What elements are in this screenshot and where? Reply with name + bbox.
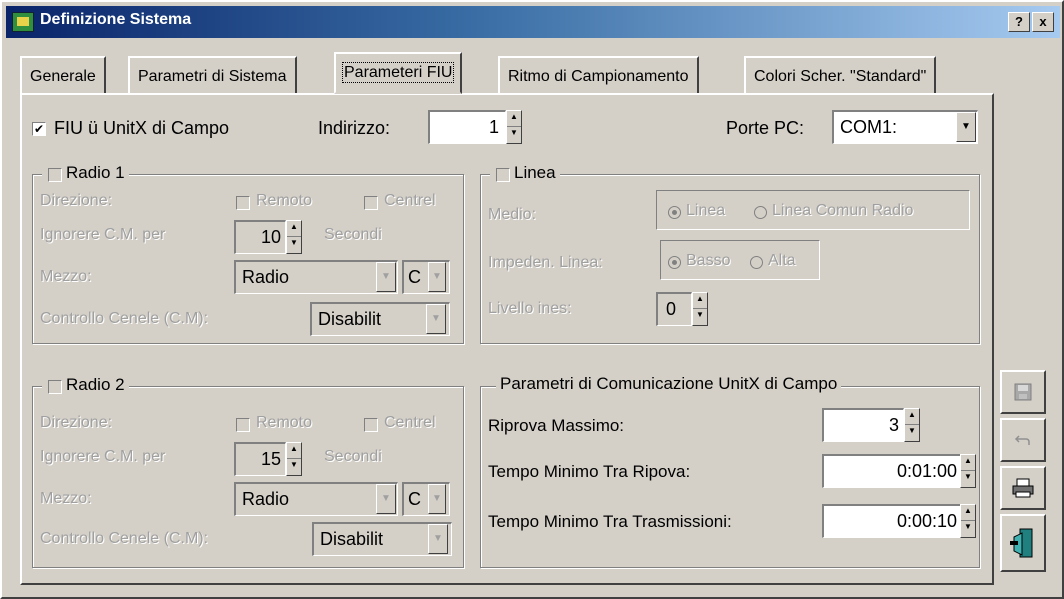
radio2-ignore-label: Ignorere C.M. per: [40, 448, 166, 465]
radio1-medium-dropdown-icon[interactable]: ▼: [376, 262, 396, 292]
radio2-central-label: Centrel: [384, 414, 436, 431]
radio1-central-checkbox[interactable]: [364, 196, 378, 210]
port-dropdown-icon[interactable]: ▼: [956, 112, 976, 142]
radio2-medium-select[interactable]: Radio: [234, 482, 398, 516]
radio2-control-label: Controllo Cenele (C.M):: [40, 530, 209, 547]
linea-opt-alta-label: Alta: [768, 252, 796, 269]
app-icon: [12, 12, 34, 32]
radio1-ignore-input[interactable]: 10: [234, 220, 286, 254]
tab-generale[interactable]: Generale: [20, 56, 106, 93]
radio2-control-dropdown-icon[interactable]: ▼: [428, 524, 448, 554]
address-input[interactable]: 1: [428, 110, 506, 144]
dialog-window: Definizione Sistema ? x Generale Paramet…: [0, 0, 1064, 599]
linea-level-spinner[interactable]: ▲ ▼: [692, 292, 708, 326]
linea-medio-label: Medio:: [488, 206, 537, 223]
tab-parametri-fiu[interactable]: Parameteri FIU: [334, 52, 463, 94]
save-button[interactable]: [1000, 370, 1046, 414]
radio1-medium-select[interactable]: Radio: [234, 260, 398, 294]
radio1-ignore-label: Ignorere C.M. per: [40, 226, 166, 243]
print-button[interactable]: [1000, 466, 1046, 510]
address-spinner[interactable]: ▲ ▼: [506, 110, 522, 144]
linea-level-input[interactable]: 0: [656, 292, 692, 326]
title-bar: Definizione Sistema ? x: [6, 6, 1060, 38]
tab-colori-schermo[interactable]: Colori Scher. "Standard": [744, 56, 937, 93]
radio1-channel-dropdown-icon[interactable]: ▼: [428, 262, 446, 292]
comm-retry-label: Riprova Massimo:: [488, 416, 625, 435]
print-icon: [1012, 478, 1034, 498]
radio1-seconds-label: Secondi: [324, 226, 382, 243]
linea-opt-basso-radio[interactable]: [668, 256, 681, 269]
comm-min-tx-label: Tempo Minimo Tra Trasmissioni:: [488, 512, 732, 531]
radio1-direction-label: Direzione:: [40, 192, 113, 209]
radio2-seconds-label: Secondi: [324, 448, 382, 465]
comm-retry-spinner[interactable]: ▲ ▼: [904, 408, 920, 442]
radio2-central-checkbox[interactable]: [364, 418, 378, 432]
linea-opt-linea-radio[interactable]: [668, 206, 681, 219]
radio2-remote-checkbox[interactable]: [236, 418, 250, 432]
radio1-central-label: Centrel: [384, 192, 436, 209]
linea-imped-options: [660, 240, 820, 280]
comm-min-tx-input[interactable]: 0:00:10: [822, 504, 962, 538]
radio1-control-label: Controllo Cenele (C.M):: [40, 310, 209, 327]
radio1-remote-checkbox[interactable]: [236, 196, 250, 210]
radio2-medium-dropdown-icon[interactable]: ▼: [376, 484, 396, 514]
radio2-channel-dropdown-icon[interactable]: ▼: [428, 484, 446, 514]
tab-ritmo-campionamento[interactable]: Ritmo di Campionamento: [498, 56, 699, 93]
comm-retry-input[interactable]: 3: [822, 408, 904, 442]
radio1-remote-label: Remoto: [256, 192, 313, 209]
comm-min-retry-spinner[interactable]: ▲ ▼: [960, 454, 976, 488]
linea-opt-comm-radio[interactable]: [754, 206, 767, 219]
linea-opt-comm-label: Linea Comun Radio: [772, 202, 914, 219]
radio1-ignore-spinner[interactable]: ▲ ▼: [286, 220, 302, 254]
comm-min-tx-spinner[interactable]: ▲ ▼: [960, 504, 976, 538]
comm-min-retry-label: Tempo Minimo Tra Ripova:: [488, 462, 691, 481]
undo-button[interactable]: [1000, 418, 1046, 462]
linea-checkbox[interactable]: [496, 168, 510, 182]
radio2-remote-label: Remoto: [256, 414, 313, 431]
window-title: Definizione Sistema: [40, 11, 192, 28]
linea-opt-alta-radio[interactable]: [750, 256, 763, 269]
linea-imped-label: Impeden. Linea:: [488, 254, 603, 271]
radio2-ignore-spinner[interactable]: ▲ ▼: [286, 442, 302, 476]
comm-title: Parametri di Comunicazione UnitX di Camp…: [496, 374, 842, 394]
exit-icon: [1010, 528, 1033, 558]
help-button[interactable]: ?: [1008, 12, 1030, 32]
fiu-checkbox[interactable]: ✔: [32, 122, 46, 136]
address-label: Indirizzo:: [318, 118, 391, 138]
radio2-medium-label: Mezzo:: [40, 490, 92, 507]
radio2-checkbox[interactable]: [48, 380, 62, 394]
port-label: Porte PC:: [726, 118, 805, 138]
undo-icon: [1014, 435, 1030, 445]
radio2-ignore-input[interactable]: 15: [234, 442, 286, 476]
radio1-checkbox[interactable]: [48, 168, 62, 182]
linea-opt-basso-label: Basso: [686, 252, 731, 269]
close-button[interactable]: x: [1032, 12, 1054, 32]
radio1-medium-label: Mezzo:: [40, 268, 92, 285]
tab-parametri-sistema[interactable]: Parametri di Sistema: [128, 56, 297, 93]
radio2-direction-label: Direzione:: [40, 414, 113, 431]
comm-min-retry-input[interactable]: 0:01:00: [822, 454, 962, 488]
fiu-checkbox-label: FIU ü UnitX di Campo: [54, 118, 230, 138]
radio1-control-dropdown-icon[interactable]: ▼: [426, 304, 446, 334]
linea-opt-linea-label: Linea: [686, 202, 726, 219]
linea-level-label: Livello ines:: [488, 300, 572, 317]
save-icon: [1014, 383, 1032, 401]
exit-button[interactable]: [1000, 514, 1046, 572]
